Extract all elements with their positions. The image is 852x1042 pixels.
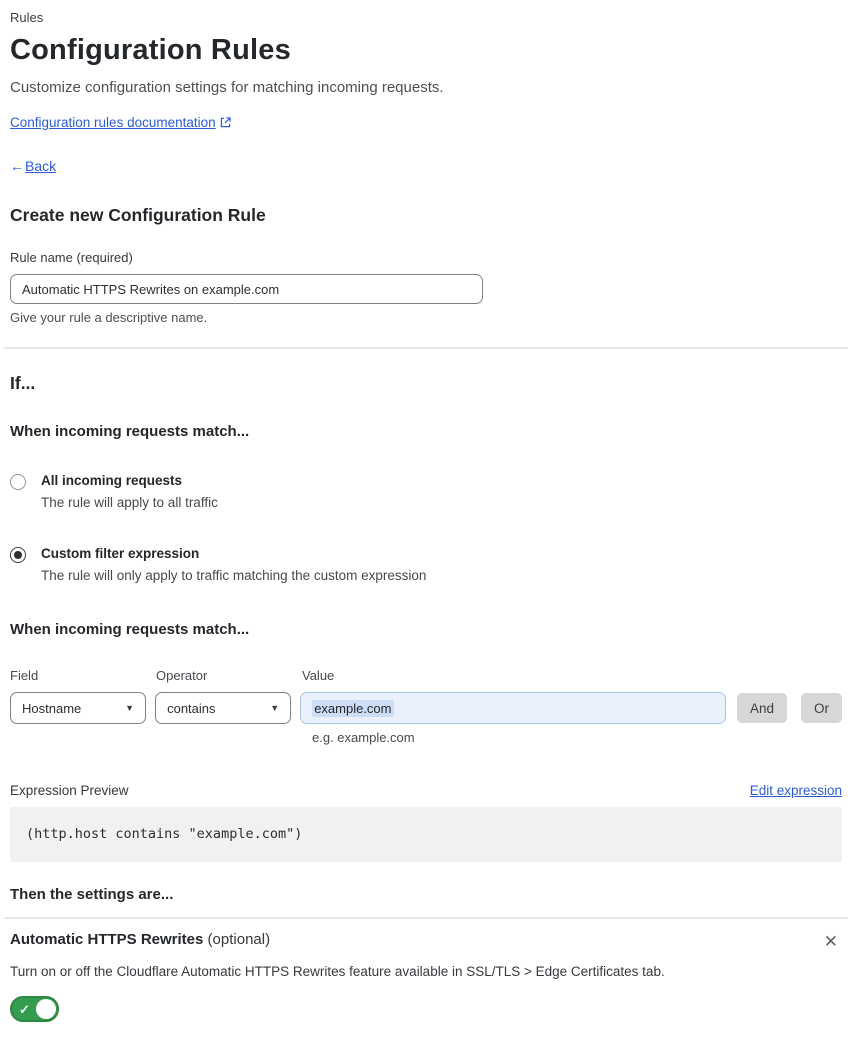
radio-dot <box>14 478 22 486</box>
expression-preview-code: (http.host contains "example.com") <box>10 807 842 862</box>
setting-title: Automatic HTTPS Rewrites (optional) <box>10 931 270 948</box>
radio-option-description: The rule will only apply to traffic matc… <box>41 568 427 583</box>
back-arrow-icon: ← <box>10 158 24 174</box>
operator-select[interactable]: contains ▼ <box>155 692 292 724</box>
create-rule-heading: Create new Configuration Rule <box>10 205 266 225</box>
setting-optional-suffix: (optional) <box>203 931 271 948</box>
expression-preview-label: Expression Preview <box>10 783 129 798</box>
check-icon: ✓ <box>19 1002 30 1017</box>
edit-expression-link[interactable]: Edit expression <box>750 783 842 798</box>
field-select-value: Hostname <box>22 700 82 716</box>
documentation-link[interactable]: Configuration rules documentation <box>10 115 216 130</box>
value-input-text: example.com <box>312 699 394 717</box>
configuration-rules-page: Rules Configuration Rules Customize conf… <box>0 0 852 1042</box>
operator-column-label: Operator <box>156 668 208 683</box>
when-match-label-1: When incoming requests match... <box>10 423 250 440</box>
radio-option-custom-filter[interactable]: Custom filter expression The rule will o… <box>10 546 842 583</box>
automatic-https-rewrites-toggle[interactable]: ✓ <box>10 996 59 1022</box>
radio-option-label: Custom filter expression <box>41 546 200 561</box>
close-icon[interactable]: ✕ <box>820 933 842 950</box>
section-divider <box>4 347 848 349</box>
rule-name-value: Automatic HTTPS Rewrites on example.com <box>22 281 280 297</box>
radio-dot <box>14 551 22 559</box>
radio-option-all-requests[interactable]: All incoming requests The rule will appl… <box>10 473 842 510</box>
setting-title-name: Automatic HTTPS Rewrites <box>10 931 204 948</box>
radio-button-selected[interactable] <box>10 547 26 563</box>
if-heading: If... <box>10 373 36 393</box>
rule-name-label: Rule name (required) <box>10 250 133 265</box>
when-match-label-2: When incoming requests match... <box>10 621 250 638</box>
page-subtitle: Customize configuration settings for mat… <box>10 79 444 96</box>
value-help-text: e.g. example.com <box>312 730 415 745</box>
rule-name-help: Give your rule a descriptive name. <box>10 310 208 325</box>
radio-option-label: All incoming requests <box>41 473 183 488</box>
then-settings-heading: Then the settings are... <box>10 886 174 903</box>
value-column-label: Value <box>302 668 335 683</box>
rule-name-input[interactable]: Automatic HTTPS Rewrites on example.com <box>10 274 483 304</box>
radio-button-unselected[interactable] <box>10 474 26 490</box>
value-input[interactable]: example.com <box>300 692 726 724</box>
setting-description: Turn on or off the Cloudflare Automatic … <box>10 964 665 979</box>
radio-option-description: The rule will apply to all traffic <box>41 495 218 510</box>
chevron-down-icon: ▼ <box>270 703 280 713</box>
or-button[interactable]: Or <box>800 693 842 723</box>
back-link[interactable]: Back <box>25 158 56 174</box>
and-button[interactable]: And <box>736 693 787 723</box>
field-column-label: Field <box>10 668 39 683</box>
setting-card-automatic-https-rewrites: Automatic HTTPS Rewrites (optional) ✕ Tu… <box>4 917 848 1022</box>
page-title: Configuration Rules <box>10 34 291 66</box>
chevron-down-icon: ▼ <box>125 703 135 713</box>
toggle-knob <box>36 999 56 1019</box>
field-select[interactable]: Hostname ▼ <box>10 692 147 724</box>
external-link-icon <box>220 116 231 131</box>
operator-select-value: contains <box>167 700 216 716</box>
breadcrumb: Rules <box>10 10 44 25</box>
